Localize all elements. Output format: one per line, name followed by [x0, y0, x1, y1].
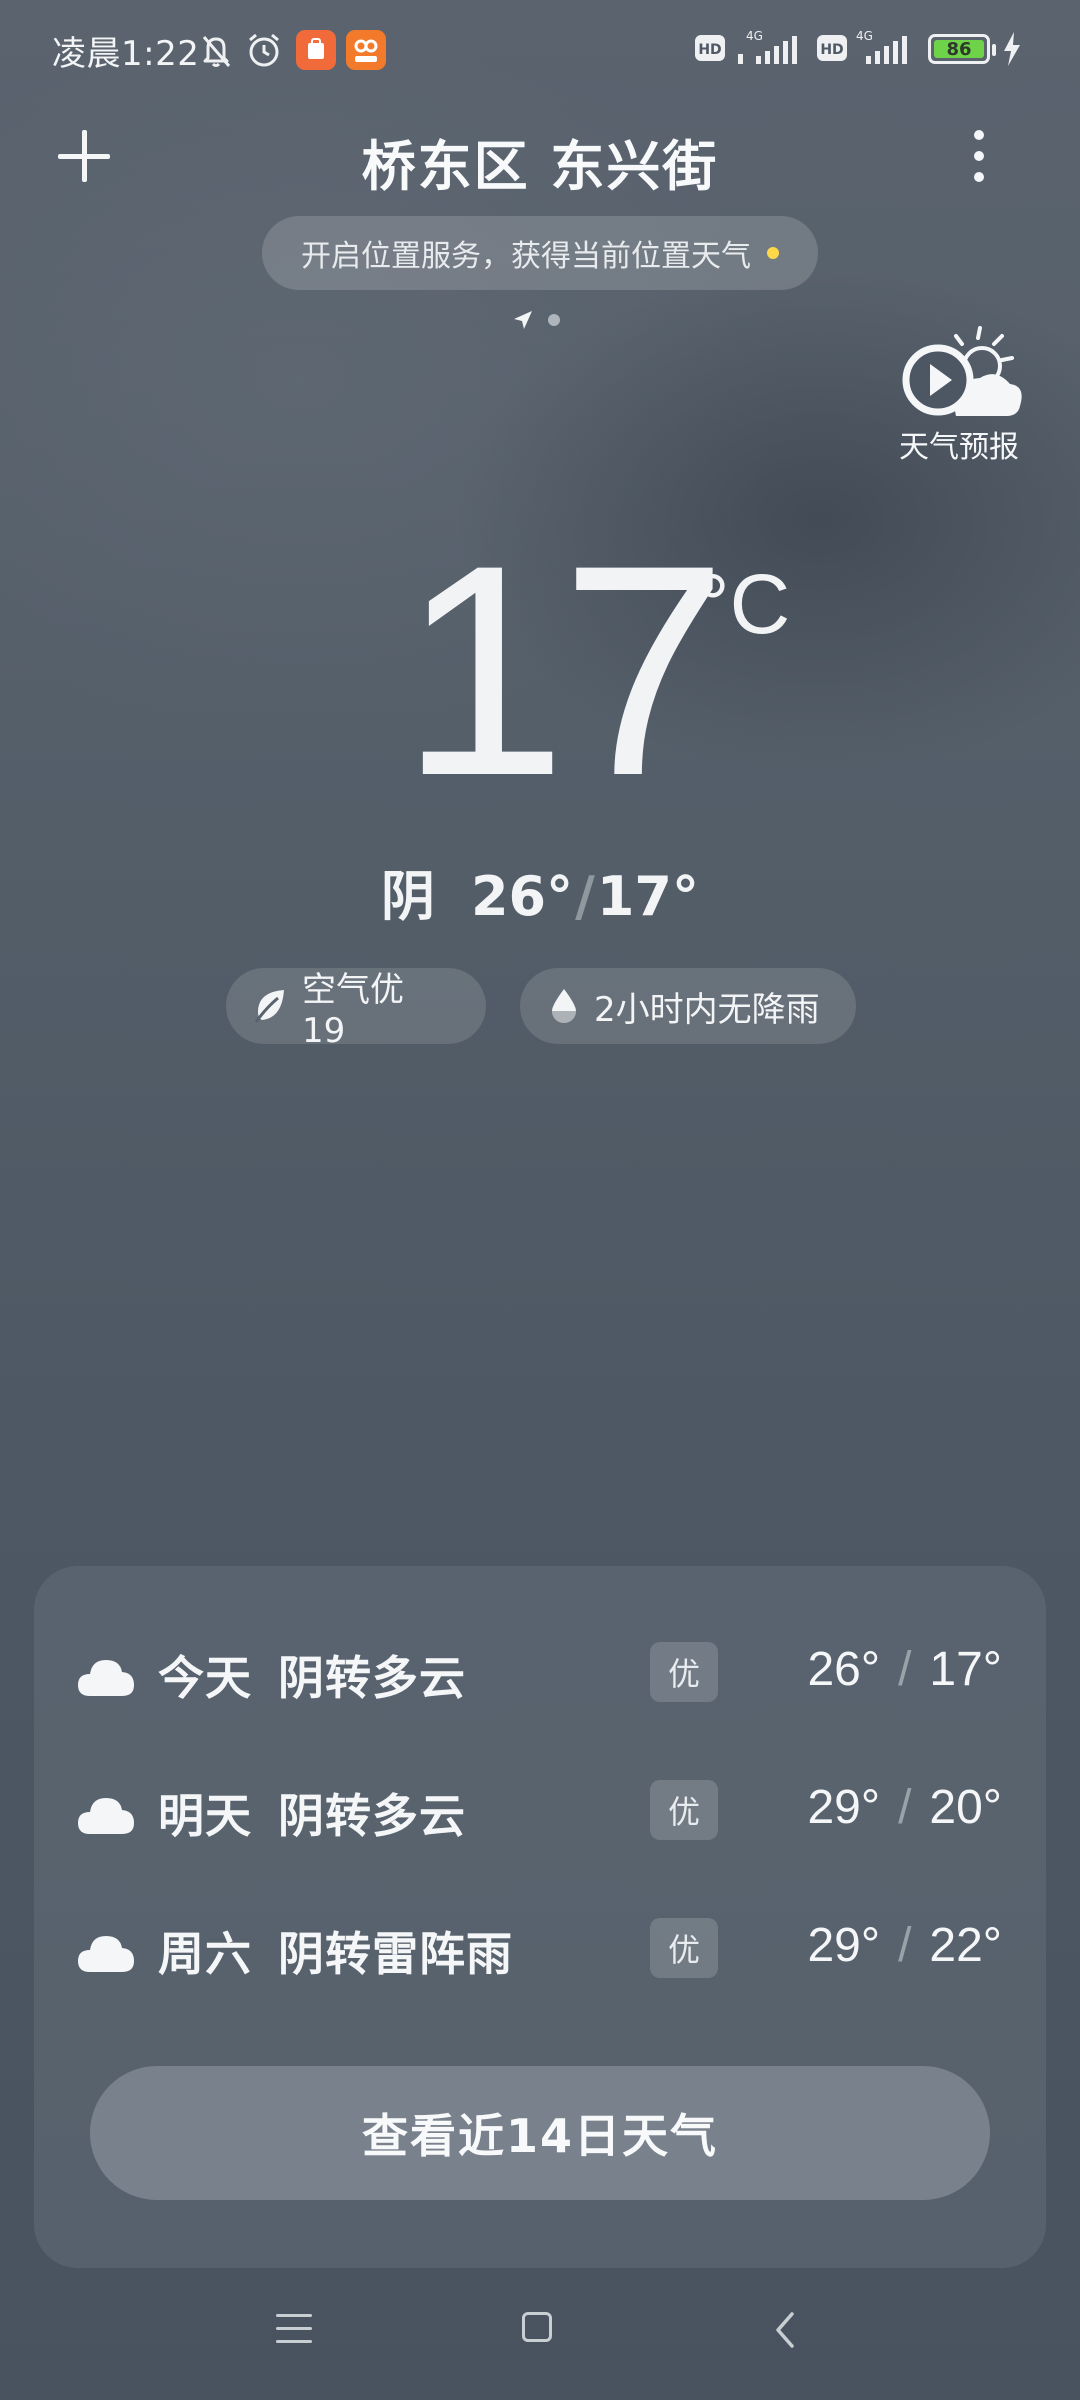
hd-icon-2: HD: [817, 35, 847, 61]
today-low: 17°: [596, 865, 700, 928]
forecast-low: 20°: [929, 1781, 1002, 1834]
nav-recents-button[interactable]: [276, 2314, 312, 2344]
forecast-condition: 阴转雷阵雨: [278, 1927, 513, 1981]
forecast-condition: 阴转多云: [278, 1651, 466, 1705]
cloud-icon: [78, 1936, 134, 1972]
water-drop-icon: [552, 989, 576, 1023]
cloud-icon: [78, 1660, 134, 1696]
battery-icon: 86: [928, 34, 990, 64]
forecast-high: 26°: [807, 1643, 881, 1696]
navigation-arrow-icon: [514, 311, 532, 329]
svg-text:HD: HD: [698, 42, 721, 58]
app-notification-icon: [296, 30, 336, 70]
forecast-separator: /: [898, 1781, 912, 1834]
status-time: 凌晨1:22: [52, 34, 200, 74]
forecast-row-tomorrow[interactable]: 明天 阴转多云 优 29° / 20°: [78, 1776, 1002, 1856]
indicator-dot: [767, 247, 779, 259]
more-dot: [974, 151, 984, 161]
battery-tip: [992, 44, 996, 56]
forecast-low: 22°: [929, 1919, 1002, 1972]
signal-icon-2: 4G: [856, 29, 907, 64]
forecast-day: 今天: [158, 1651, 252, 1705]
more-options-button[interactable]: [964, 130, 994, 186]
nav-home-button[interactable]: [522, 2312, 552, 2342]
more-dot: [974, 172, 984, 182]
svg-text:4G: 4G: [856, 29, 873, 43]
svg-text:4G: 4G: [746, 29, 763, 43]
rain-forecast-text: 2小时内无降雨: [594, 989, 820, 1030]
alarm-icon: [249, 33, 279, 67]
forecast-day: 周六: [158, 1927, 252, 1981]
page-dot: [548, 314, 560, 326]
forecast-low: 17°: [929, 1643, 1002, 1696]
temperature-unit: °C: [696, 557, 791, 651]
location-title: 桥东区 东兴街: [361, 135, 719, 198]
forecast-temps: 29° / 22°: [807, 1918, 1002, 1973]
rain-forecast-chip[interactable]: 2小时内无降雨: [520, 968, 856, 1044]
signal-icon: 4G: [738, 29, 797, 64]
aqi-badge: 优: [650, 1780, 718, 1840]
forecast-temps: 29° / 20°: [807, 1780, 1002, 1835]
forecast-day: 明天: [158, 1789, 252, 1843]
svg-text:HD: HD: [820, 42, 843, 58]
aqi-badge: 优: [650, 1918, 718, 1978]
condition-line: 阴 26°/17°: [0, 852, 1080, 931]
more-dot: [974, 130, 984, 140]
forecast-row-today[interactable]: 今天 阴转多云 优 26° / 17°: [78, 1638, 1002, 1718]
forecast-separator: /: [898, 1643, 912, 1696]
nav-back-button[interactable]: [770, 2310, 800, 2350]
location-prompt-text: 开启位置服务，获得当前位置天气: [301, 239, 751, 274]
weather-video-label: 天气预报: [899, 430, 1019, 465]
forecast-separator: /: [898, 1919, 912, 1972]
enable-location-button[interactable]: 开启位置服务，获得当前位置天气: [262, 216, 818, 290]
forecast-high: 29°: [807, 1781, 881, 1834]
charging-icon: [1004, 32, 1020, 66]
menu-line: [276, 2340, 312, 2343]
forecast-row-saturday[interactable]: 周六 阴转雷阵雨 优 29° / 22°: [78, 1914, 1002, 1994]
hd-icon: HD: [695, 35, 725, 61]
current-condition: 阴: [380, 865, 435, 928]
air-quality-chip[interactable]: 空气优 19: [226, 968, 486, 1051]
leaf-icon: [254, 990, 284, 1023]
view-14-day-button[interactable]: 查看近14日天气: [90, 2066, 990, 2200]
menu-line: [276, 2314, 312, 2317]
forecast-temps: 26° / 17°: [807, 1642, 1002, 1697]
shopping-app-icon: [346, 30, 386, 70]
battery-level: 86: [934, 39, 984, 60]
temp-separator: /: [575, 865, 595, 928]
page-indicator: [512, 308, 572, 332]
current-temperature: 17: [400, 502, 728, 838]
forecast-high: 29°: [807, 1919, 881, 1972]
forecast-condition: 阴转多云: [278, 1789, 466, 1843]
aqi-badge: 优: [650, 1642, 718, 1702]
today-high: 26°: [470, 865, 574, 928]
menu-line: [276, 2327, 312, 2330]
air-quality-text: 空气优 19: [301, 969, 404, 1051]
bell-muted-icon: [202, 36, 231, 67]
cloud-icon: [78, 1798, 134, 1834]
